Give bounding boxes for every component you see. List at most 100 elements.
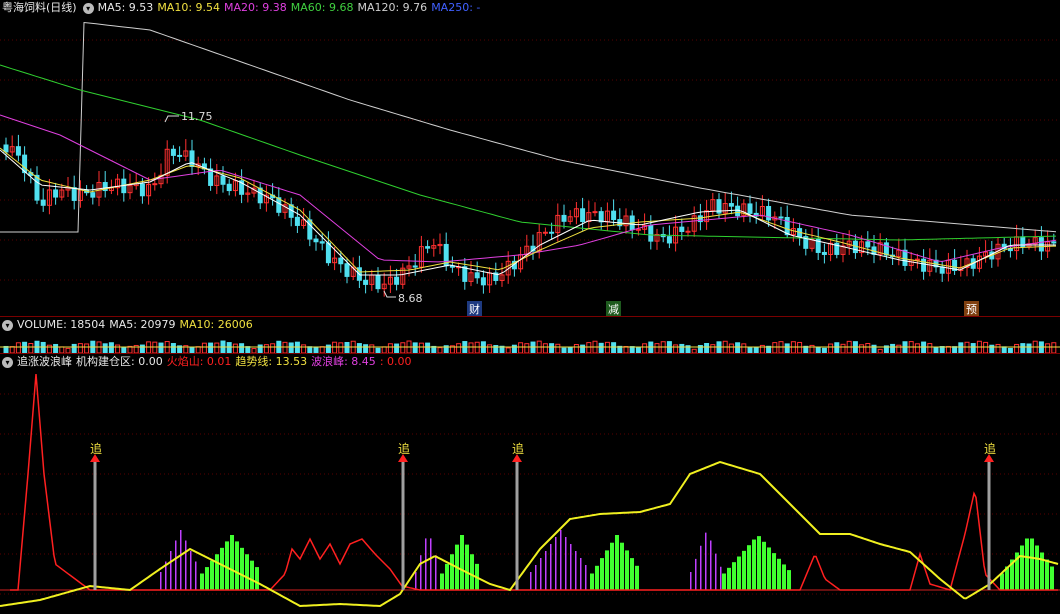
ma60-readout: MA60: 9.68: [290, 1, 354, 14]
volume-bar: [152, 341, 158, 353]
candle-body: [53, 189, 59, 198]
volume-bar: [1051, 342, 1057, 353]
candle-body: [902, 249, 908, 266]
volume-bar: [555, 343, 561, 353]
indicator-bar: [230, 535, 234, 590]
ma20-readout: MA20: 9.38: [224, 1, 287, 14]
volume-bar: [158, 342, 164, 353]
volume-bar: [208, 342, 214, 353]
marker-yu[interactable]: 预: [964, 301, 979, 317]
vol-ma10-readout: MA10: 26006: [179, 318, 253, 331]
volume-bar: [914, 343, 920, 353]
candle-body: [685, 230, 691, 233]
indicator-bar: [1020, 545, 1024, 590]
indicator-bar: [240, 547, 244, 590]
vol-ma5-readout: MA5: 20979: [109, 318, 176, 331]
volume-bar: [797, 341, 803, 353]
candle-body: [90, 192, 96, 198]
volume-bar: [77, 343, 83, 353]
volume-bar: [828, 343, 834, 353]
volume-bar: [642, 343, 648, 353]
candle-body: [170, 148, 176, 156]
volume-bar: [1020, 343, 1026, 353]
candle-body: [40, 199, 46, 206]
indicator-bar: [1050, 566, 1054, 590]
indicator-bar: [635, 565, 639, 590]
volume-bar: [1045, 343, 1051, 353]
volume-bar: [573, 344, 579, 353]
ma250-readout: MA250: -: [431, 1, 481, 14]
indicator-bar: [420, 555, 422, 590]
indicator-bar: [700, 545, 702, 590]
indicator-name: 追涨波浪峰: [17, 355, 72, 368]
indicator-bar: [585, 565, 587, 590]
candle-body: [474, 272, 480, 279]
candle-body: [152, 183, 158, 186]
indicator-bar: [595, 565, 599, 590]
indicator-bar: [580, 558, 582, 590]
candle-body: [561, 214, 567, 222]
indicator-toggle-icon[interactable]: ▾: [2, 356, 13, 368]
volume-bar: [896, 344, 902, 353]
candle-body: [480, 277, 486, 286]
settings-toggle-icon[interactable]: ▾: [82, 2, 94, 14]
indicator-bar: [1030, 538, 1034, 590]
indicator-bar: [782, 564, 786, 590]
candle-body: [939, 266, 945, 274]
candle-body: [598, 211, 604, 223]
signal-label: 追: [90, 442, 103, 456]
indicator-bar: [1040, 552, 1044, 590]
candle-body: [375, 274, 381, 290]
high-price-label: 11.75: [181, 110, 213, 123]
indicator-bar: [535, 565, 537, 590]
volume-pane[interactable]: ▾ VOLUME: 18504 MA5: 20979 MA10: 26006: [0, 317, 1060, 353]
candle-body: [580, 208, 586, 223]
candle-body: [325, 242, 331, 264]
candle-body: [865, 241, 871, 248]
indicator-bar: [590, 573, 594, 590]
volume-bar: [741, 343, 747, 353]
indicator-bar: [200, 573, 204, 590]
indicator-bar: [245, 554, 249, 590]
candle-body: [226, 183, 232, 192]
indicator-bar: [195, 561, 197, 590]
indicator-chart[interactable]: [0, 354, 1060, 614]
volume-bar: [524, 343, 530, 353]
indicator-bar: [600, 558, 604, 590]
indicator-bar: [570, 544, 572, 590]
volume-bar: [239, 343, 245, 353]
volume-bar: [983, 341, 989, 353]
volume-bar: [53, 343, 59, 353]
volume-bar: [728, 343, 734, 353]
candle-body: [363, 279, 369, 285]
volume-bar: [474, 341, 480, 353]
indicator-bar: [620, 542, 624, 590]
indicator-bar: [732, 562, 736, 590]
candle-body: [914, 258, 920, 261]
candle-body: [71, 187, 77, 201]
volume-toggle-icon[interactable]: ▾: [2, 319, 13, 331]
candle-body: [344, 263, 350, 277]
indicator-pane[interactable]: ▾ 追涨波浪峰 机构建仓区: 0.00 火焰山: 0.01 趋势线: 13.53 波浪峰:…: [0, 354, 1060, 614]
price-pane[interactable]: 粤海饲料(日线) ▾ MA5: 9.53 MA10: 9.54 MA20: 9.38 MA…: [0, 0, 1060, 317]
candlestick-chart[interactable]: [0, 0, 1060, 316]
volume-bar: [71, 343, 77, 353]
volume-readout: VOLUME: 18504: [17, 318, 106, 331]
candle-body: [648, 224, 654, 242]
marker-cai[interactable]: 财: [467, 301, 482, 317]
volume-bar: [487, 344, 493, 353]
candle-body: [394, 276, 400, 285]
volume-bar: [412, 342, 418, 353]
volume-bar: [28, 343, 34, 353]
marker-jian[interactable]: 减: [606, 301, 621, 317]
jigou-readout: 机构建仓区: 0.00: [76, 355, 163, 368]
indicator-bar: [190, 551, 192, 590]
indicator-bar: [160, 572, 162, 590]
volume-bar: [890, 343, 896, 353]
volume-bar: [456, 343, 462, 353]
candle-body: [319, 241, 325, 244]
volume-bar: [468, 342, 474, 353]
volume-bar: [387, 343, 393, 353]
volume-bar: [201, 342, 207, 353]
indicator-bar: [465, 544, 469, 590]
